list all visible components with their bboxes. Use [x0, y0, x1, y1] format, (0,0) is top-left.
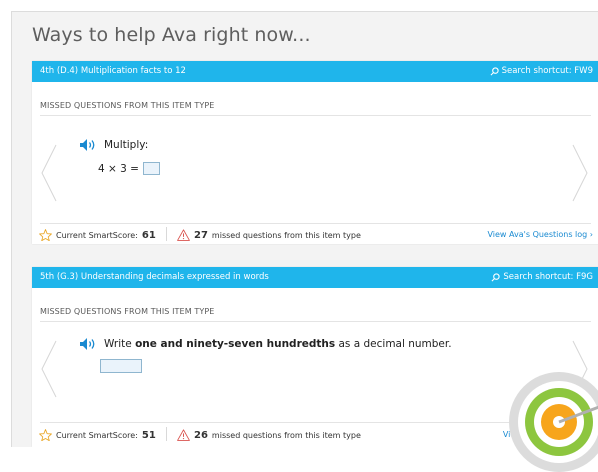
divider [40, 115, 591, 116]
answer-input[interactable] [142, 162, 160, 175]
skill-header-bar[interactable]: 5th (G.3) Understanding decimals express… [32, 267, 598, 288]
divider [40, 321, 591, 322]
star-icon [39, 229, 52, 241]
smartscore: Current SmartScore: 61 [39, 229, 156, 241]
search-shortcut: Search shortcut: F9G [491, 272, 593, 282]
prompt-text-start: Write [104, 338, 132, 350]
divider [166, 227, 167, 241]
skill-header-bar[interactable]: 4th (D.4) Multiplication facts to 12 Sea… [32, 61, 598, 82]
smartscore-label: Current SmartScore: [56, 230, 138, 240]
math-text: 4 × 3 = [98, 162, 139, 175]
question-prompt: Multiply: [80, 139, 148, 151]
smartscore: Current SmartScore: 51 [39, 429, 156, 441]
missed-questions: 27 missed questions from this item type [177, 229, 361, 241]
prompt-text: Multiply: [104, 139, 149, 151]
missed-count: 27 [194, 229, 208, 241]
section-label: MISSED QUESTIONS FROM THIS ITEM TYPE [40, 101, 215, 110]
skill-title[interactable]: 5th (G.3) Understanding decimals express… [40, 272, 269, 282]
search-shortcut-text: Search shortcut: F9G [503, 272, 593, 282]
speaker-icon[interactable] [80, 338, 98, 350]
section-label: MISSED QUESTIONS FROM THIS ITEM TYPE [40, 307, 215, 316]
divider [166, 427, 167, 441]
missed-count: 26 [194, 429, 208, 441]
search-shortcut-text: Search shortcut: FW9 [501, 66, 593, 76]
page-heading: Ways to help Ava right now... [32, 24, 311, 46]
smartscore-label: Current SmartScore: [56, 430, 138, 440]
missed-questions: 26 missed questions from this item type [177, 429, 361, 441]
answer-input[interactable] [100, 359, 142, 373]
skill-card: 4th (D.4) Multiplication facts to 12 Sea… [32, 61, 598, 244]
previous-question-arrow-icon[interactable] [40, 339, 58, 399]
missed-text: missed questions from this item type [211, 430, 361, 440]
search-icon [491, 272, 501, 281]
prompt-text-bold: one and ninety-seven hundredths [135, 338, 336, 350]
target-icon [509, 372, 598, 472]
missed-text: missed questions from this item type [211, 230, 361, 240]
smartscore-value: 61 [141, 229, 156, 241]
previous-question-arrow-icon[interactable] [40, 143, 58, 203]
prompt-text-end: as a decimal number. [338, 338, 452, 350]
warning-icon [177, 229, 190, 241]
prompt-text: Write one and ninety-seven hundredths as… [104, 338, 452, 350]
questions-log-link[interactable]: View Ava's Questions log › [487, 230, 593, 239]
math-expression: 4 × 3 = [98, 162, 160, 175]
next-question-arrow-icon[interactable] [571, 143, 589, 203]
smartscore-value: 51 [141, 429, 156, 441]
speaker-icon[interactable] [80, 139, 98, 151]
question-prompt: Write one and ninety-seven hundredths as… [80, 338, 452, 350]
search-shortcut: Search shortcut: FW9 [490, 66, 593, 76]
star-icon [39, 429, 52, 441]
warning-icon [177, 429, 190, 441]
skill-title[interactable]: 4th (D.4) Multiplication facts to 12 [40, 66, 186, 76]
search-icon [490, 66, 499, 75]
card-footer: Current SmartScore: 61 27 missed questio… [32, 224, 598, 244]
